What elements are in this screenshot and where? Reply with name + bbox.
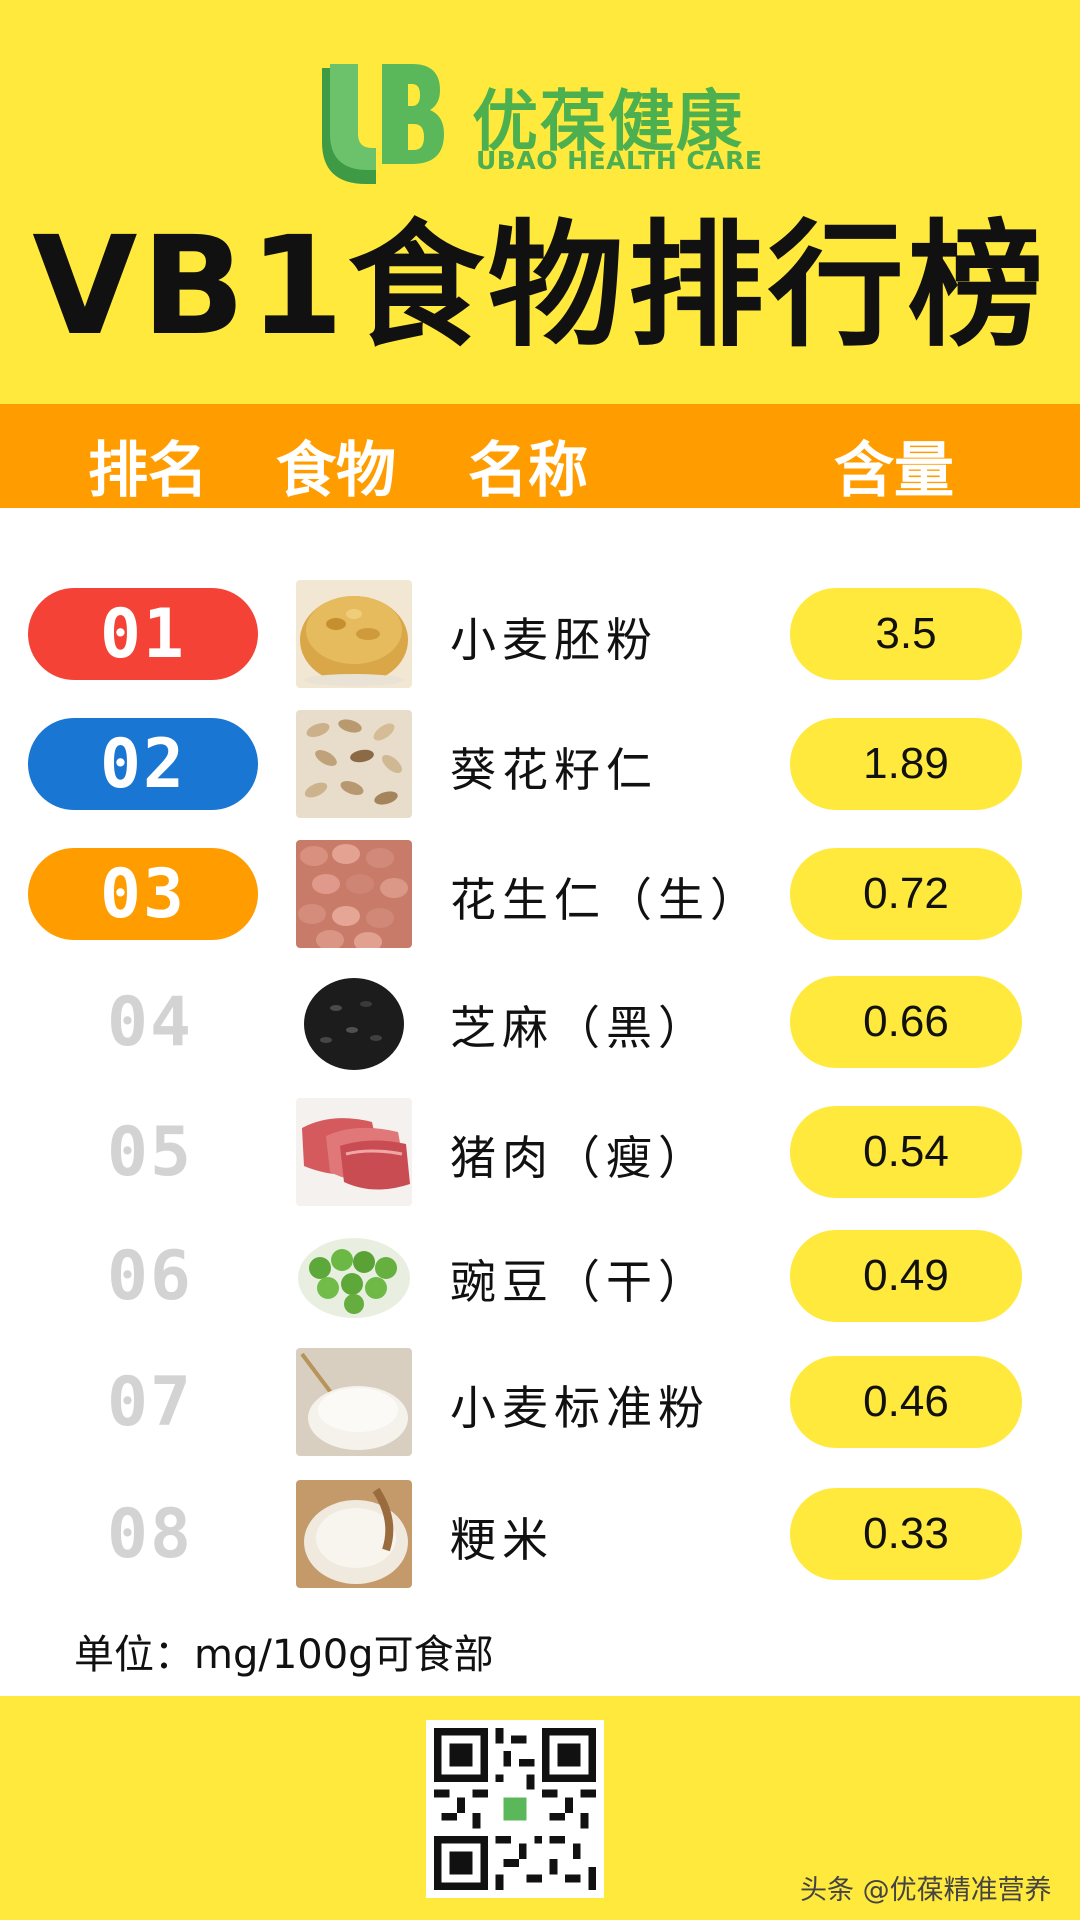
content-value: 0.54 <box>790 1106 1022 1198</box>
rank-number: 08 <box>107 1494 193 1574</box>
black-sesame-photo <box>296 968 412 1076</box>
standard-wheat-flour-photo <box>296 1348 412 1456</box>
content-value: 0.72 <box>790 848 1022 940</box>
rank-badge: 03 <box>28 848 258 940</box>
ranking-row: 06 豌豆（干） 0.49 <box>0 1216 1080 1336</box>
sunflower-seed-kernel-photo <box>296 710 412 818</box>
column-header-name: 名称 <box>468 436 588 506</box>
ranking-row: 02 葵花籽仁 1.89 <box>0 704 1080 824</box>
japonica-rice-photo <box>296 1480 412 1588</box>
page-title: VB1食物排行榜 <box>32 208 1048 366</box>
brand-name-en: UBAO HEALTH CARE <box>476 146 763 175</box>
rank-number: 06 <box>107 1236 193 1316</box>
dried-pea-photo <box>296 1222 412 1330</box>
ranking-row: 07 小麦标准粉 0.46 <box>0 1342 1080 1462</box>
content-value: 0.66 <box>790 976 1022 1068</box>
food-name: 芝麻（黑） <box>450 1001 710 1055</box>
column-header-rank: 排名 <box>88 436 208 506</box>
ranking-row: 08 粳米 0.33 <box>0 1474 1080 1594</box>
food-name: 豌豆（干） <box>450 1255 710 1309</box>
column-header-content: 含量 <box>834 436 954 506</box>
ranking-row: 04 芝麻（黑） 0.66 <box>0 962 1080 1082</box>
rank-number: 05 <box>107 1112 193 1192</box>
column-header-bar: 排名 食物 名称 含量 <box>0 404 1080 508</box>
rank-number: 07 <box>107 1362 193 1442</box>
lean-pork-photo <box>296 1098 412 1206</box>
food-name: 粳米 <box>450 1513 554 1567</box>
content-value: 3.5 <box>790 588 1022 680</box>
food-name: 葵花籽仁 <box>450 743 658 797</box>
raw-peanut-photo <box>296 840 412 948</box>
ranking-row: 01 小麦胚粉 3.5 <box>0 574 1080 694</box>
content-value: 1.89 <box>790 718 1022 810</box>
content-value: 0.49 <box>790 1230 1022 1322</box>
brand-logo: 优葆健康 UBAO HEALTH CARE <box>316 62 768 186</box>
watermark: 头条 @优葆精准营养 <box>800 1875 1052 1906</box>
ub-logo-icon <box>316 62 444 186</box>
content-value: 0.33 <box>790 1488 1022 1580</box>
unit-note: 单位：mg/100g可食部 <box>74 1632 494 1678</box>
food-name: 小麦胚粉 <box>450 613 658 667</box>
wheat-germ-flour-photo <box>296 580 412 688</box>
rank-badge: 02 <box>28 718 258 810</box>
content-value: 0.46 <box>790 1356 1022 1448</box>
header: 优葆健康 UBAO HEALTH CARE VB1食物排行榜 <box>0 0 1080 404</box>
food-name: 花生仁（生） <box>450 873 762 927</box>
food-name: 猪肉（瘦） <box>450 1131 710 1185</box>
rank-number: 04 <box>107 982 193 1062</box>
ranking-row: 03 花生仁（生） 0.72 <box>0 834 1080 954</box>
column-header-food: 食物 <box>276 436 396 506</box>
qr-code-icon[interactable] <box>426 1720 604 1898</box>
footer: 头条 @优葆精准营养 <box>0 1696 1080 1920</box>
ranking-row: 05 猪肉（瘦） 0.54 <box>0 1092 1080 1212</box>
food-name: 小麦标准粉 <box>450 1381 710 1435</box>
rank-badge: 01 <box>28 588 258 680</box>
